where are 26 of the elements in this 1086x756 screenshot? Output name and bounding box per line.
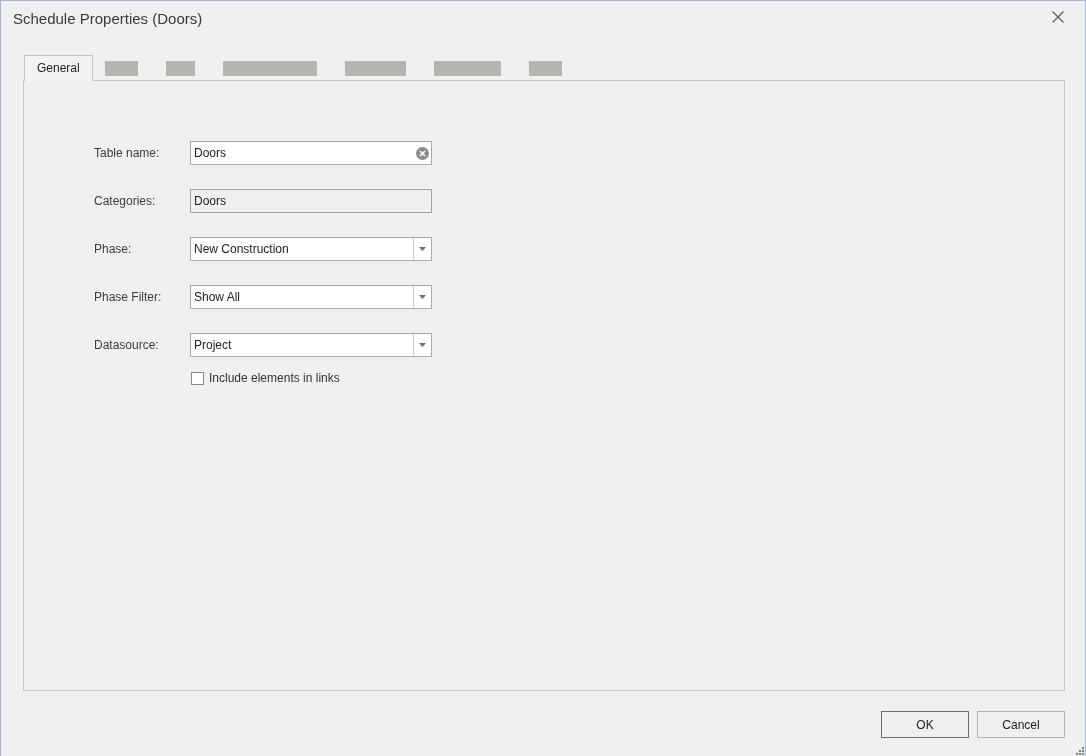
field-label: Categories: bbox=[94, 194, 157, 208]
field-label: Table name: bbox=[94, 146, 161, 160]
checkbox-label[interactable]: Include elements in links bbox=[209, 371, 340, 385]
field-label: Phase Filter: bbox=[94, 290, 163, 304]
checkbox[interactable] bbox=[191, 371, 204, 385]
caret-icon bbox=[419, 295, 426, 299]
resize-grip-icon[interactable] bbox=[1076, 747, 1084, 755]
dialog-button[interactable]: Cancel bbox=[977, 711, 1065, 738]
redacted-label bbox=[165, 61, 195, 76]
dropdown[interactable]: Show All bbox=[190, 285, 432, 309]
dialog-button[interactable]: OK bbox=[881, 711, 969, 738]
close-icon[interactable] bbox=[1052, 10, 1064, 23]
dropdown[interactable]: New Construction bbox=[190, 237, 432, 261]
window-title: Schedule Properties (Doors) bbox=[13, 10, 203, 27]
text-field[interactable]: Doors bbox=[190, 141, 432, 165]
field-label: Phase: bbox=[94, 242, 133, 256]
caret-icon bbox=[419, 343, 426, 347]
redacted-label bbox=[344, 61, 406, 76]
field-label: Datasource: bbox=[94, 338, 160, 352]
dropdown[interactable]: Project bbox=[190, 333, 432, 357]
tab[interactable]: General bbox=[24, 55, 93, 81]
redacted-label bbox=[104, 61, 138, 76]
caret-icon bbox=[419, 247, 426, 251]
clear-icon[interactable] bbox=[416, 146, 429, 160]
redacted-label bbox=[433, 61, 501, 76]
redacted-label bbox=[528, 61, 562, 76]
